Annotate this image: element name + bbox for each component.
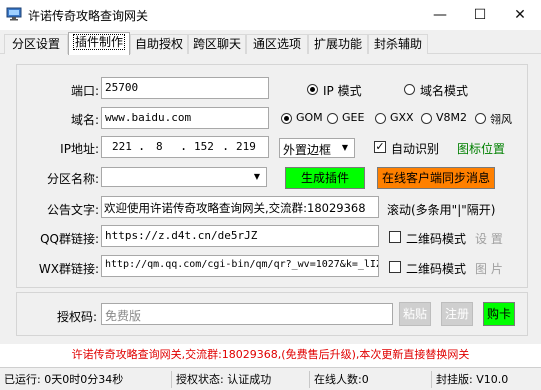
wx-qr-mode-label: 二维码模式 [406,262,467,276]
zone-name-select[interactable]: ▼ [101,167,267,187]
ip-dot-1: . [138,139,146,153]
port-label: 端口: [70,84,99,98]
ip-octet-3: 152 [194,140,214,153]
chevron-down-icon: ▼ [253,172,261,181]
engine-v8m2-radio[interactable] [421,113,432,124]
auto-detect-label: 自动识别 [391,142,440,156]
announcement-input[interactable]: 欢迎使用许诺传奇攻略查询网关,交流群:18029368 [101,196,379,218]
qq-link-label: QQ群链接: [40,232,99,246]
ip-octet-4: 219 [236,140,256,153]
engine-lingfeng-radio[interactable] [475,113,486,124]
close-button[interactable]: ✕ [500,0,540,30]
engine-gxx-radio[interactable] [375,113,386,124]
maximize-button[interactable]: ☐ [460,0,500,30]
main-panel: 端口: 25700 IP 模式 域名模式 域名: www.baidu.com G… [0,54,541,344]
ip-address-input[interactable]: 221 . 8 . 152 . 219 [101,136,269,158]
ip-dot-3: . [222,139,230,153]
ip-address-label: IP地址: [60,142,99,156]
ip-octet-1: 221 [112,140,132,153]
border-style-value: 外置边框 [283,143,332,157]
domain-label: 域名: [70,113,99,127]
qq-qr-mode-checkbox[interactable] [389,231,401,243]
wx-link-input[interactable]: http://qm.qq.com/cgi-bin/qm/qr?_wv=1027&… [101,255,379,277]
engine-gee-label: GEE [342,111,365,124]
paste-button[interactable]: 粘贴 [399,302,431,326]
domain-mode-radio[interactable] [404,84,415,95]
version-status: 封挂版: V10.0 [436,373,509,386]
auth-code-input[interactable]: 免费版 [101,303,393,325]
domain-mode-label: 域名模式 [420,84,469,98]
auth-state-status: 授权状态: 认证成功 [172,371,310,388]
app-monitor-icon [6,7,22,21]
auto-detect-checkbox[interactable]: ✓ [374,141,386,153]
buy-card-button[interactable]: 购卡 [483,302,515,326]
status-bar: 已运行: 0天0时0分34秒 授权状态: 认证成功 在线人数:0 封挂版: V1… [0,367,541,390]
tab-strip: 分区设置 插件制作 自助授权 跨区聊天 通区选项 扩展功能 封杀辅助 [0,30,541,55]
ip-octet-2: 8 [156,140,163,153]
qq-qr-mode-label: 二维码模式 [406,232,467,246]
engine-gxx-label: GXX [390,111,414,124]
minimize-button[interactable]: — [420,0,460,30]
qq-link-input[interactable]: https://z.d4t.cn/de5rJZ [101,225,379,247]
engine-v8m2-label: V8M2 [436,111,468,124]
generate-plugin-button[interactable]: 生成插件 [285,167,365,189]
engine-gom-label: GOM [296,111,323,124]
wx-qr-mode-checkbox[interactable] [389,261,401,273]
auth-code-label: 授权码: [56,310,97,324]
port-input[interactable]: 25700 [101,77,269,99]
online-count-status: 在线人数:0 [310,371,432,388]
tab-block-cheats[interactable]: 封杀辅助 [368,34,428,54]
auth-group: 授权码: 免费版 粘贴 注册 购卡 [16,292,528,336]
window-title: 许诺传奇攻略查询网关 [28,9,149,23]
register-button[interactable]: 注册 [441,302,473,326]
tab-plugin-make[interactable]: 插件制作 [68,32,130,55]
announcement-label: 公告文字: [46,203,99,217]
plugin-settings-group: 端口: 25700 IP 模式 域名模式 域名: www.baidu.com G… [16,64,528,288]
title-bar: 许诺传奇攻略查询网关 — ☐ ✕ [0,0,541,30]
engine-lingfeng-label: 翎风 [490,113,512,126]
chevron-down-icon: ▼ [341,143,349,152]
notice-text: 许诺传奇攻略查询网关,交流群:18029368,(免费售后升级),本次更新直接替… [71,348,470,361]
tab-self-auth[interactable]: 自助授权 [130,34,188,54]
ip-dot-2: . [180,139,188,153]
engine-gee-radio[interactable] [327,113,338,124]
sync-message-button[interactable]: 在线客户端同步消息 [377,167,495,189]
border-style-select[interactable]: 外置边框 ▼ [279,138,355,158]
setup-button[interactable]: 设 置 [475,230,503,247]
tab-zone-options[interactable]: 通区选项 [246,34,308,54]
wx-link-label: WX群链接: [38,262,99,276]
tab-extensions[interactable]: 扩展功能 [308,34,368,54]
ip-mode-label: IP 模式 [323,84,362,98]
domain-input[interactable]: www.baidu.com [101,107,269,129]
running-time-status: 已运行: 0天0时0分34秒 [0,371,172,388]
image-button[interactable]: 图 片 [475,260,503,277]
tab-zone-settings[interactable]: 分区设置 [4,34,68,54]
icon-position-link[interactable]: 图标位置 [457,140,505,157]
scroll-hint-label: 滚动(多条用"|"隔开) [387,203,496,217]
zone-name-label: 分区名称: [46,172,99,186]
engine-gom-radio[interactable] [281,113,292,124]
ip-mode-radio[interactable] [307,84,318,95]
tab-cross-chat[interactable]: 跨区聊天 [188,34,246,54]
